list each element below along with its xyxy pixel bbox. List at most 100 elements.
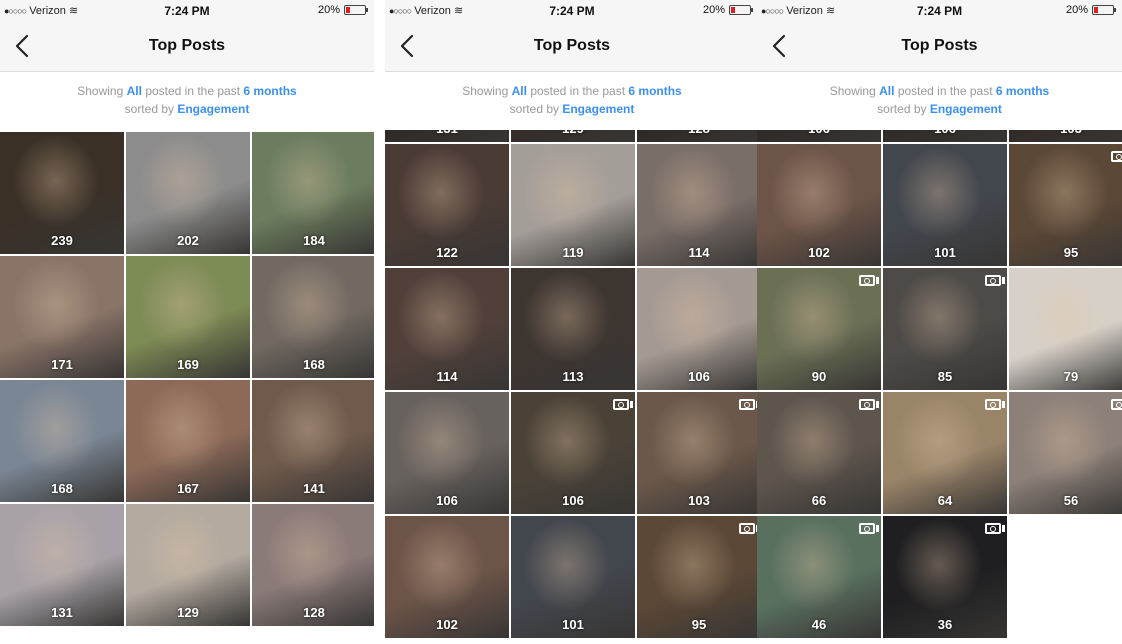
status-bar: ●○○○○ Verizon ≋ 7:24 PM 20% xyxy=(385,0,759,22)
engagement-count: 169 xyxy=(177,357,199,372)
post-tile[interactable]: 129 xyxy=(126,504,250,626)
filter-summary: Showing All posted in the past 6 months s… xyxy=(757,82,1122,118)
post-tile[interactable]: 131 xyxy=(385,130,509,142)
post-tile[interactable]: 101 xyxy=(511,516,635,638)
post-tile[interactable]: 56 xyxy=(1009,392,1122,514)
filter-line: Showing All posted in the past 6 months xyxy=(0,82,374,100)
post-tile[interactable]: 106 xyxy=(757,130,881,142)
engagement-count: 239 xyxy=(51,233,73,248)
post-grid: 106106103102101959085796664564636 xyxy=(757,130,1122,644)
engagement-count: 167 xyxy=(177,481,199,496)
engagement-count: 114 xyxy=(688,245,710,260)
engagement-count: 128 xyxy=(637,130,759,136)
post-tile[interactable]: 103 xyxy=(1009,130,1122,142)
phone-screen: ●○○○○ Verizon ≋ 7:24 PM 20% Top Posts Showing… xyxy=(757,0,1122,644)
post-tile[interactable]: 171 xyxy=(0,256,124,378)
engagement-count: 102 xyxy=(808,245,830,260)
post-type-filter[interactable]: All xyxy=(879,84,894,98)
battery-status: 20% xyxy=(703,4,753,16)
post-tile[interactable]: 106 xyxy=(385,392,509,514)
post-tile[interactable]: 106 xyxy=(883,130,1007,142)
post-tile[interactable]: 114 xyxy=(385,268,509,390)
post-tile[interactable]: 85 xyxy=(883,268,1007,390)
phone-screen: ●○○○○ Verizon ≋ 7:24 PM 20% Top Posts Showing… xyxy=(0,0,374,644)
sort-line: sorted by Engagement xyxy=(0,100,374,118)
sort-filter[interactable]: Engagement xyxy=(562,102,634,116)
post-tile[interactable]: 101 xyxy=(883,144,1007,266)
post-tile[interactable]: 129 xyxy=(511,130,635,142)
engagement-count: 119 xyxy=(562,245,584,260)
post-tile[interactable]: 169 xyxy=(126,256,250,378)
post-tile[interactable]: 239 xyxy=(0,132,124,254)
post-tile[interactable]: 168 xyxy=(252,256,374,378)
engagement-count: 85 xyxy=(937,369,953,384)
engagement-count: 131 xyxy=(385,130,509,136)
engagement-count: 129 xyxy=(511,130,635,136)
post-tile[interactable]: 102 xyxy=(385,516,509,638)
post-tile[interactable]: 128 xyxy=(252,504,374,626)
filter-summary: Showing All posted in the past 6 months s… xyxy=(0,82,374,118)
engagement-count: 128 xyxy=(303,605,325,620)
filter-summary: Showing All posted in the past 6 months s… xyxy=(385,82,759,118)
battery-status: 20% xyxy=(318,4,368,16)
engagement-count: 114 xyxy=(436,369,458,384)
post-tile[interactable]: 141 xyxy=(252,380,374,502)
engagement-count: 90 xyxy=(811,369,827,384)
sort-filter[interactable]: Engagement xyxy=(930,102,1002,116)
video-icon xyxy=(859,399,879,410)
post-tile[interactable]: 202 xyxy=(126,132,250,254)
time-period-filter[interactable]: 6 months xyxy=(243,84,296,98)
post-type-filter[interactable]: All xyxy=(512,84,527,98)
post-tile[interactable]: 114 xyxy=(637,144,759,266)
sort-filter[interactable]: Engagement xyxy=(177,102,249,116)
engagement-count: 106 xyxy=(757,130,881,136)
post-type-filter[interactable]: All xyxy=(127,84,142,98)
post-tile[interactable]: 106 xyxy=(511,392,635,514)
post-tile[interactable]: 106 xyxy=(637,268,759,390)
time-period-filter[interactable]: 6 months xyxy=(628,84,681,98)
engagement-count: 131 xyxy=(51,605,73,620)
video-icon xyxy=(859,523,879,534)
engagement-count: 168 xyxy=(303,357,325,372)
showing-label: Showing xyxy=(77,84,124,98)
page-title: Top Posts xyxy=(148,37,226,54)
post-tile[interactable]: 79 xyxy=(1009,268,1122,390)
engagement-count: 129 xyxy=(177,605,199,620)
engagement-count: 102 xyxy=(436,617,458,632)
post-tile[interactable]: 113 xyxy=(511,268,635,390)
post-tile[interactable]: 128 xyxy=(637,130,759,142)
battery-level xyxy=(1094,7,1098,13)
engagement-count: 66 xyxy=(811,493,827,508)
engagement-count: 103 xyxy=(1009,130,1122,136)
post-tile[interactable]: 95 xyxy=(1009,144,1122,266)
post-tile[interactable]: 46 xyxy=(757,516,881,638)
post-tile[interactable]: 102 xyxy=(757,144,881,266)
filter-line: Showing All posted in the past 6 months xyxy=(385,82,759,100)
post-tile[interactable]: 103 xyxy=(637,392,759,514)
post-tile[interactable]: 95 xyxy=(637,516,759,638)
post-tile[interactable]: 36 xyxy=(883,516,1007,638)
post-tile[interactable]: 90 xyxy=(757,268,881,390)
post-tile[interactable]: 184 xyxy=(252,132,374,254)
engagement-count: 64 xyxy=(937,493,953,508)
showing-label: Showing xyxy=(462,84,509,98)
post-tile[interactable]: 64 xyxy=(883,392,1007,514)
post-tile[interactable]: 122 xyxy=(385,144,509,266)
post-tile[interactable]: 167 xyxy=(126,380,250,502)
post-tile[interactable]: 168 xyxy=(0,380,124,502)
video-icon xyxy=(985,275,1005,286)
video-icon xyxy=(1111,151,1122,162)
post-grid: 131129128 122 119 114 114 113 106 106 106 103 102 1… xyxy=(385,130,759,644)
time-period-filter[interactable]: 6 months xyxy=(996,84,1049,98)
engagement-count: 95 xyxy=(691,617,707,632)
sorted-label: sorted by xyxy=(877,102,927,116)
post-tile[interactable]: 66 xyxy=(757,392,881,514)
engagement-count: 171 xyxy=(51,357,73,372)
battery-icon xyxy=(729,5,753,15)
post-grid: 239 202 184 171 169 168 168 167 141 131 129 128 xyxy=(0,132,374,644)
showing-label: Showing xyxy=(829,84,876,98)
post-tile[interactable]: 131 xyxy=(0,504,124,626)
engagement-count: 56 xyxy=(1063,493,1079,508)
battery-icon xyxy=(1092,5,1116,15)
post-tile[interactable]: 119 xyxy=(511,144,635,266)
